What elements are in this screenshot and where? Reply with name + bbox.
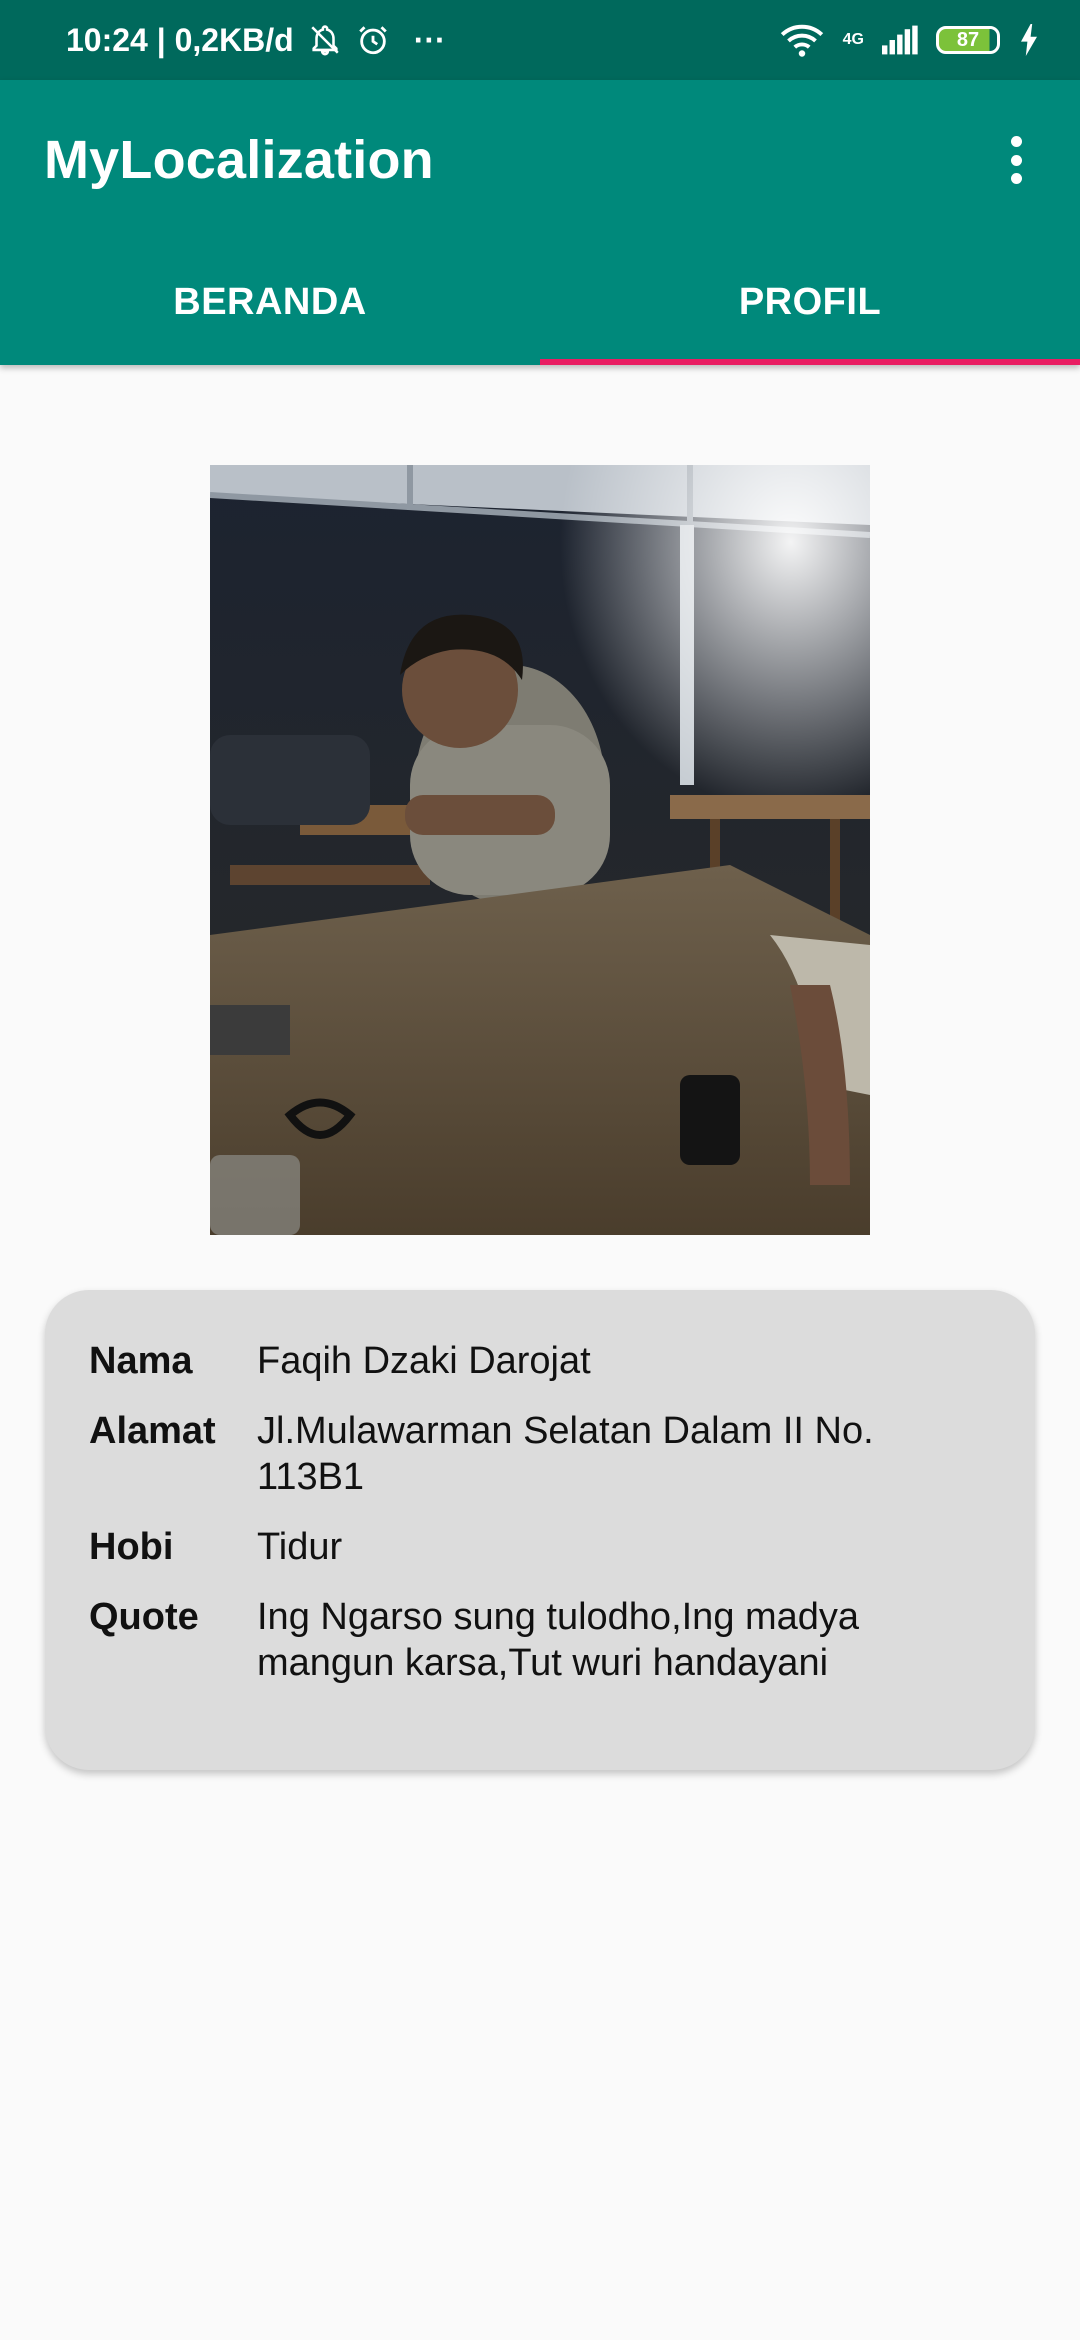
tab-bar: BERANDA PROFIL xyxy=(0,240,1080,365)
app-bar: MyLocalization BERANDA PROFIL xyxy=(0,80,1080,365)
overflow-menu-icon[interactable] xyxy=(996,130,1036,190)
network-type: 4G xyxy=(842,31,864,48)
profile-value: Ing Ngarso sung tulodho,Ing madya mangun… xyxy=(257,1596,860,1684)
status-time-speed: 10:24 | 0,2KB/d xyxy=(66,21,294,58)
profile-value: Jl.Mulawarman Selatan Dalam II No. 113B1 xyxy=(257,1410,874,1498)
battery-icon: 87 xyxy=(936,26,1000,54)
profile-photo xyxy=(210,465,870,1235)
toolbar: MyLocalization xyxy=(0,80,1080,240)
alarm-icon xyxy=(356,23,390,57)
profile-label: Nama xyxy=(89,1340,193,1382)
charging-icon xyxy=(1018,24,1040,56)
status-more-icon: ··· xyxy=(413,21,446,58)
status-bar: 10:24 | 0,2KB/d ··· 4G 87 xyxy=(0,0,1080,80)
profile-label: Hobi xyxy=(89,1526,174,1568)
notifications-off-icon xyxy=(308,23,342,57)
battery-level: 87 xyxy=(956,28,980,51)
profile-label: Alamat xyxy=(89,1410,216,1452)
wifi-icon xyxy=(779,22,825,58)
profile-card: Nama Faqih Dzaki Darojat Alamat Jl.Mulaw… xyxy=(45,1290,1035,1770)
profile-label: Quote xyxy=(89,1596,199,1638)
profile-row-alamat: Alamat Jl.Mulawarman Selatan Dalam II No… xyxy=(89,1408,991,1500)
app-title: MyLocalization xyxy=(44,130,434,190)
tab-beranda[interactable]: BERANDA xyxy=(0,240,540,365)
tab-profil[interactable]: PROFIL xyxy=(540,240,1080,365)
profile-row-hobi: Hobi Tidur xyxy=(89,1524,991,1570)
profile-row-quote: Quote Ing Ngarso sung tulodho,Ing madya … xyxy=(89,1594,991,1686)
profile-value: Tidur xyxy=(257,1526,343,1568)
signal-icon xyxy=(882,25,918,55)
profile-value: Faqih Dzaki Darojat xyxy=(257,1340,591,1382)
profile-row-nama: Nama Faqih Dzaki Darojat xyxy=(89,1338,991,1384)
